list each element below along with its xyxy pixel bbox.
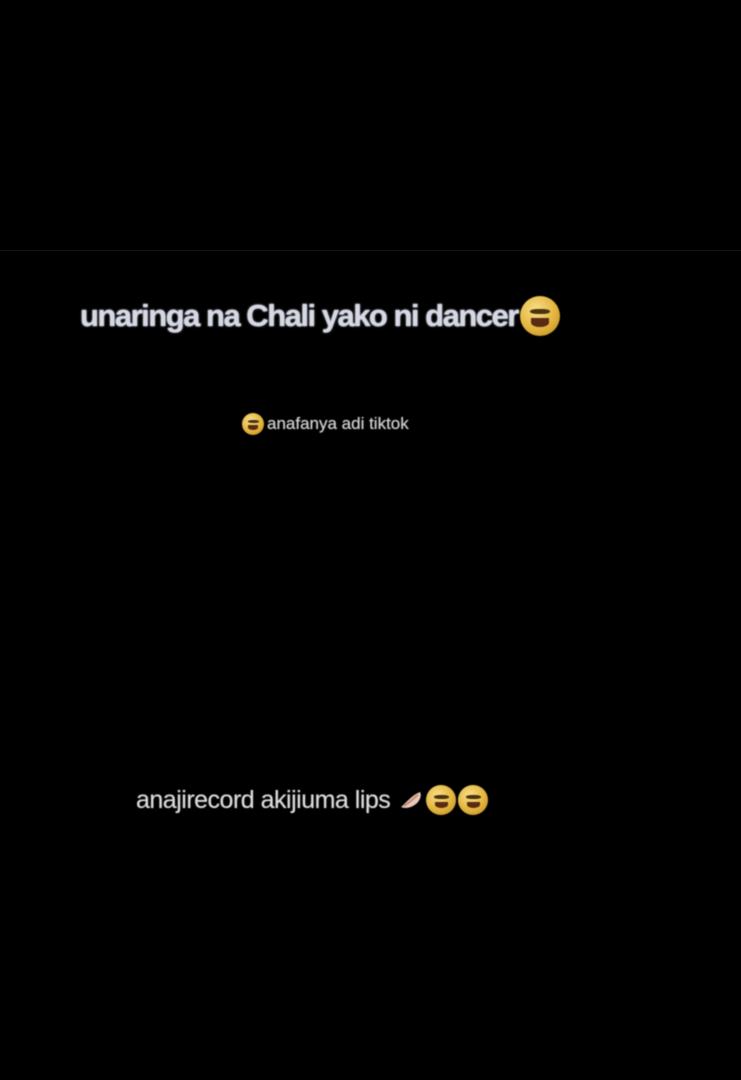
lips-icon [401, 792, 422, 808]
caption-line-1: unaringa na Chali yako ni dancer [80, 296, 560, 336]
image-seam-divider [0, 250, 741, 251]
caption-line-3-text: anajirecord akijiuma lips [136, 785, 391, 814]
laughing-face-icon [426, 785, 457, 815]
caption-line-1-text: unaringa na Chali yako ni dancer [80, 298, 519, 333]
black-screen-background: unaringa na Chali yako ni dancer anafany… [0, 0, 741, 1080]
laughing-face-icon [242, 413, 264, 435]
laughing-face-icon [519, 296, 560, 336]
caption-line-3: anajirecord akijiuma lips [136, 785, 489, 815]
caption-line-2-text: anafanya adi tiktok [267, 414, 409, 433]
caption-line-2: anafanya adi tiktok [242, 413, 409, 435]
laughing-face-icon [458, 785, 489, 815]
